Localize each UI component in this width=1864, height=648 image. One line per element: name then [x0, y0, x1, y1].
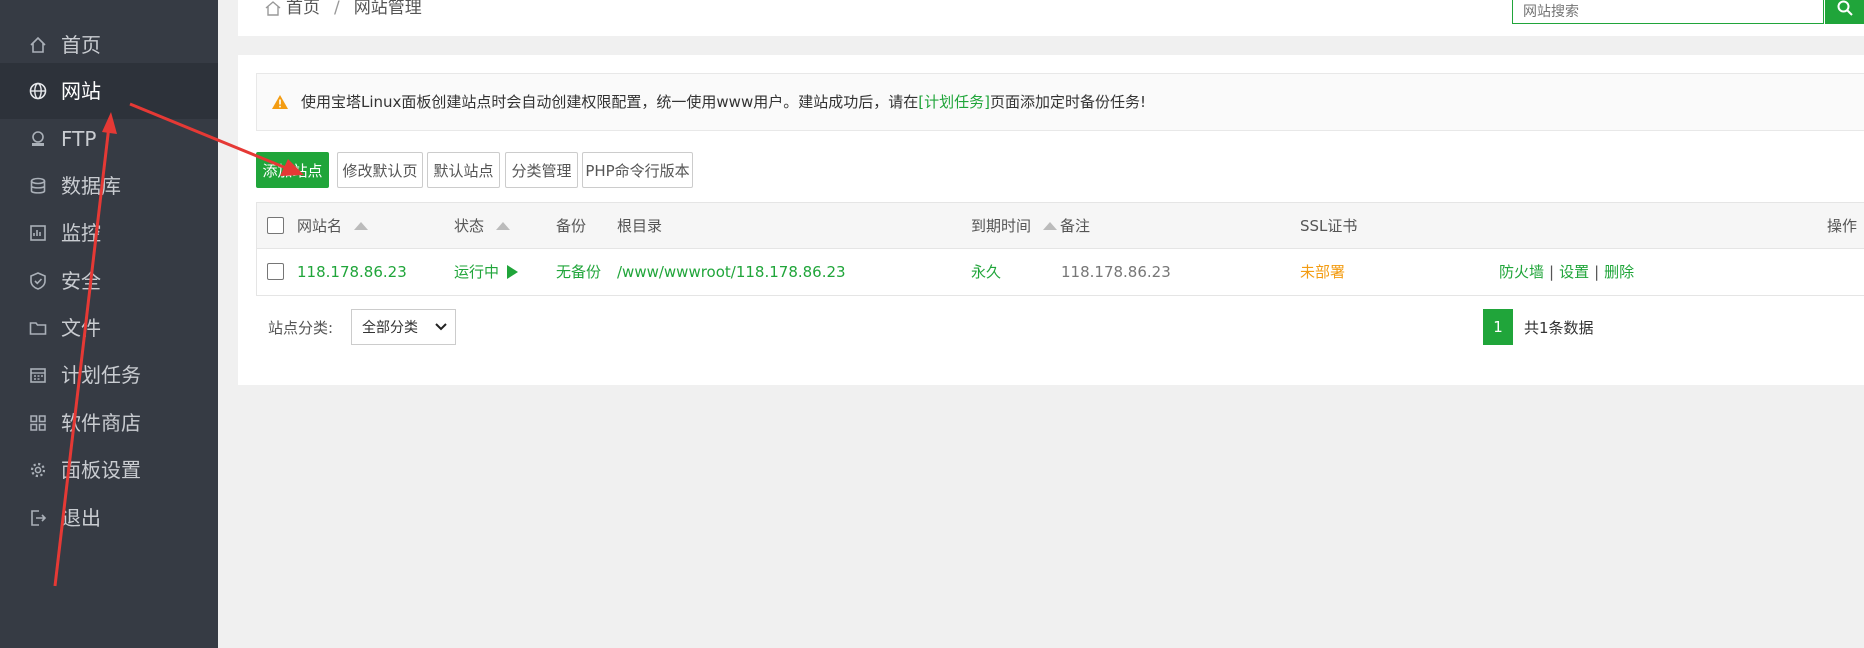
home-icon [265, 1, 281, 16]
monitor-icon [28, 223, 48, 243]
chevron-down-icon [435, 323, 447, 331]
firewall-link[interactable]: 防火墙 [1499, 249, 1544, 295]
ftp-icon [28, 129, 48, 149]
category-filter-label: 站点分类: [268, 319, 334, 337]
column-ssl: SSL证书 [1300, 217, 1358, 235]
breadcrumb: 首页 / 网站管理 [264, 0, 422, 18]
table-header: 网站名 状态 备份 根目录 到期时间 备注 SSL证书 操作 [257, 203, 1864, 249]
column-backup: 备份 [556, 217, 587, 235]
remark-field[interactable]: 118.178.86.23 [1061, 249, 1171, 295]
globe-icon [28, 81, 48, 101]
default-site-button[interactable]: 默认站点 [427, 152, 500, 188]
settings-link[interactable]: 设置 [1559, 249, 1589, 295]
sidebar: 首页 网站 FTP 数据库 监控 安全 文件 计划任务 软件商店 面板设置 退出 [0, 0, 218, 648]
home-icon [28, 35, 48, 55]
sidebar-item-logout[interactable]: 退出 [0, 490, 218, 546]
calendar-icon [28, 365, 48, 385]
column-remark: 备注 [1060, 217, 1091, 235]
alert-text-before: 使用宝塔Linux面板创建站点时会自动创建权限配置，统一使用www用户。建站成功… [301, 93, 919, 111]
site-search-input[interactable] [1512, 0, 1824, 24]
play-icon [507, 265, 519, 279]
sidebar-item-label: FTP [61, 127, 97, 151]
warning-icon [272, 95, 288, 109]
add-site-button[interactable]: 添加站点 [256, 152, 329, 188]
column-expiry[interactable]: 到期时间 [971, 203, 1058, 249]
database-icon [28, 176, 48, 196]
row-checkbox[interactable] [267, 263, 284, 280]
category-select[interactable]: 全部分类 [351, 309, 456, 345]
gear-icon [28, 460, 48, 480]
column-site-name[interactable]: 网站名 [297, 203, 369, 249]
apps-icon [28, 413, 48, 433]
breadcrumb-separator: / [334, 0, 340, 18]
ssl-status-link[interactable]: 未部署 [1300, 249, 1345, 295]
breadcrumb-home-link[interactable]: 首页 [286, 0, 320, 17]
sidebar-item-label: 计划任务 [61, 363, 141, 387]
sidebar-item-label: 面板设置 [61, 458, 141, 482]
sort-asc-icon [354, 222, 369, 230]
top-header: 首页 / 网站管理 [238, 0, 1864, 36]
row-actions: 防火墙 | 设置 | 删除 [1499, 249, 1634, 295]
sort-asc-icon [496, 222, 511, 230]
sort-asc-icon [1043, 222, 1058, 230]
expiry-link[interactable]: 永久 [971, 249, 1001, 295]
php-cli-version-button[interactable]: PHP命令行版本 [582, 152, 693, 188]
page-current-button[interactable]: 1 [1483, 309, 1513, 345]
category-manage-button[interactable]: 分类管理 [505, 152, 578, 188]
column-root-dir: 根目录 [617, 217, 663, 235]
root-dir-link[interactable]: /www/wwwroot/118.178.86.23 [617, 249, 846, 295]
sidebar-item-label: 文件 [61, 316, 101, 340]
select-all-checkbox[interactable] [267, 217, 284, 234]
site-table: 网站名 状态 备份 根目录 到期时间 备注 SSL证书 操作 118.178.8… [256, 202, 1864, 296]
alert-text-after: 页面添加定时备份任务! [989, 93, 1146, 111]
table-row: 118.178.86.23 运行中 无备份 /www/wwwroot/118.1… [257, 249, 1864, 296]
shield-icon [28, 271, 48, 291]
total-count: 共1条数据 [1524, 319, 1594, 337]
delete-link[interactable]: 删除 [1604, 249, 1634, 295]
sidebar-item-label: 数据库 [61, 174, 121, 198]
info-alert: 使用宝塔Linux面板创建站点时会自动创建权限配置，统一使用www用户。建站成功… [256, 73, 1864, 131]
site-name-link[interactable]: 118.178.86.23 [297, 249, 407, 295]
site-management-card: 使用宝塔Linux面板创建站点时会自动创建权限配置，统一使用www用户。建站成功… [238, 55, 1864, 385]
table-footer: 站点分类: 全部分类 1 共1条数据 [256, 306, 1864, 348]
sidebar-item-label: 安全 [61, 269, 101, 293]
search-icon [1837, 0, 1853, 16]
column-actions: 操作 [1827, 217, 1858, 235]
column-status[interactable]: 状态 [454, 203, 511, 249]
sidebar-item-label: 退出 [61, 506, 101, 530]
modify-default-page-button[interactable]: 修改默认页 [337, 152, 423, 188]
sidebar-item-label: 监控 [61, 221, 101, 245]
sidebar-item-label: 网站 [61, 79, 101, 103]
cron-task-link[interactable]: [计划任务] [918, 93, 990, 111]
sidebar-item-label: 软件商店 [61, 411, 141, 435]
search-button[interactable] [1825, 0, 1864, 24]
site-status-toggle[interactable]: 运行中 [454, 249, 519, 295]
backup-link[interactable]: 无备份 [556, 249, 601, 295]
alert-text: 使用宝塔Linux面板创建站点时会自动创建权限配置，统一使用www用户。建站成功… [301, 92, 1146, 112]
folder-icon [28, 318, 48, 338]
sidebar-item-label: 首页 [61, 33, 101, 57]
logout-icon [28, 508, 48, 528]
breadcrumb-current: 网站管理 [353, 0, 422, 18]
